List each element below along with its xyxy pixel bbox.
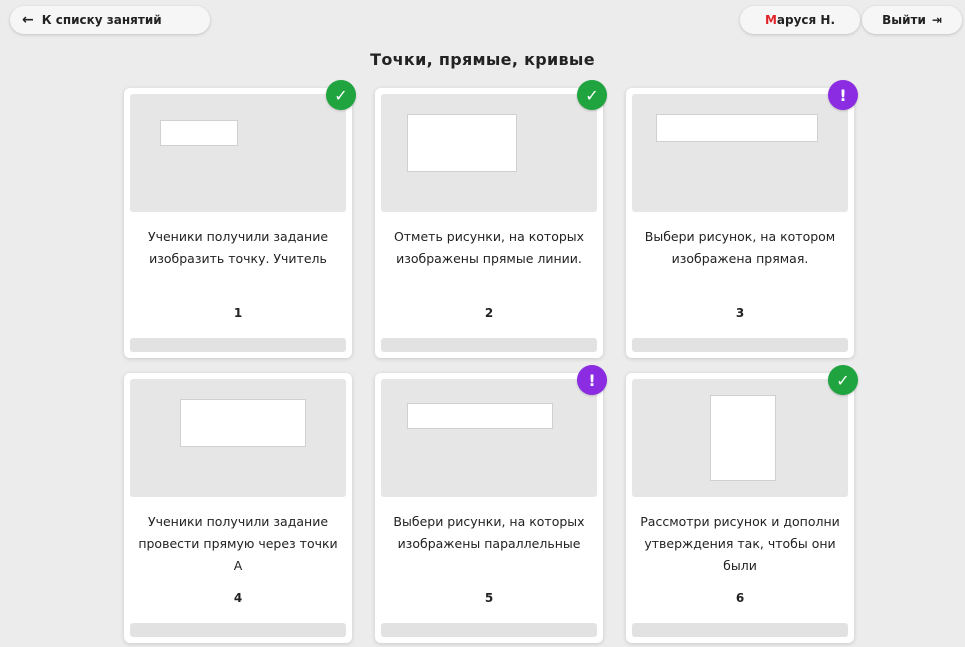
task-thumbnail: [130, 94, 346, 212]
user-name-rest: аруся Н.: [776, 13, 836, 27]
task-card-3[interactable]: Выбери рисунок, на котором изображена пр…: [626, 88, 854, 358]
task-text: Ученики получили задание провести прямую…: [138, 514, 338, 573]
task-card-6[interactable]: Рассмотри рисунок и дополни утверждения …: [626, 373, 854, 643]
exclamation-icon: !: [577, 365, 607, 395]
task-text: Выбери рисунок, на котором изображена пр…: [644, 229, 836, 266]
task-number: 6: [735, 591, 745, 605]
task-number: 5: [484, 591, 494, 605]
card-footer: [381, 338, 597, 352]
task-number: 3: [735, 306, 745, 320]
task-thumbnail: [381, 379, 597, 497]
check-icon: ✓: [828, 365, 858, 395]
check-icon: ✓: [577, 80, 607, 110]
task-card-4[interactable]: Ученики получили задание провести прямую…: [124, 373, 352, 643]
task-text: Рассмотри рисунок и дополни утверждения …: [640, 514, 840, 573]
task-text: Отметь рисунки, на которых изображены пр…: [393, 229, 585, 266]
back-to-lessons-button[interactable]: ← К списку занятий: [10, 6, 210, 34]
task-text: Ученики получили задание изобразить точк…: [147, 229, 329, 266]
back-button-label: К списку занятий: [41, 13, 162, 27]
exclamation-icon: !: [828, 80, 858, 110]
task-thumbnail: [130, 379, 346, 497]
task-text: Выбери рисунки, на которых изображены па…: [393, 514, 585, 551]
exit-icon: ⇥: [931, 13, 942, 27]
task-thumbnail: [381, 94, 597, 212]
task-thumbnail: [632, 94, 848, 212]
task-number: 4: [233, 591, 243, 605]
user-name-initial: М: [764, 13, 777, 27]
arrow-left-icon: ←: [22, 12, 34, 28]
logout-button[interactable]: Выйти ⇥: [862, 6, 962, 34]
task-number: 1: [233, 306, 243, 320]
logout-label: Выйти: [882, 13, 926, 27]
card-footer: [632, 338, 848, 352]
task-card-1[interactable]: Ученики получили задание изобразить точк…: [124, 88, 352, 358]
check-icon: ✓: [326, 80, 356, 110]
task-card-5[interactable]: Выбери рисунки, на которых изображены па…: [375, 373, 603, 643]
card-footer: [632, 623, 848, 637]
task-number: 2: [484, 306, 494, 320]
card-footer: [130, 623, 346, 637]
card-footer: [381, 623, 597, 637]
task-grid: Ученики получили задание изобразить точк…: [124, 80, 858, 647]
task-thumbnail: [632, 379, 848, 497]
page-title: Точки, прямые, кривые: [370, 50, 595, 69]
card-footer: [130, 338, 346, 352]
top-bar: ← К списку занятий Маруся Н. Выйти ⇥: [0, 0, 965, 40]
user-name-button[interactable]: Маруся Н.: [740, 6, 860, 34]
task-card-2[interactable]: Отметь рисунки, на которых изображены пр…: [375, 88, 603, 358]
